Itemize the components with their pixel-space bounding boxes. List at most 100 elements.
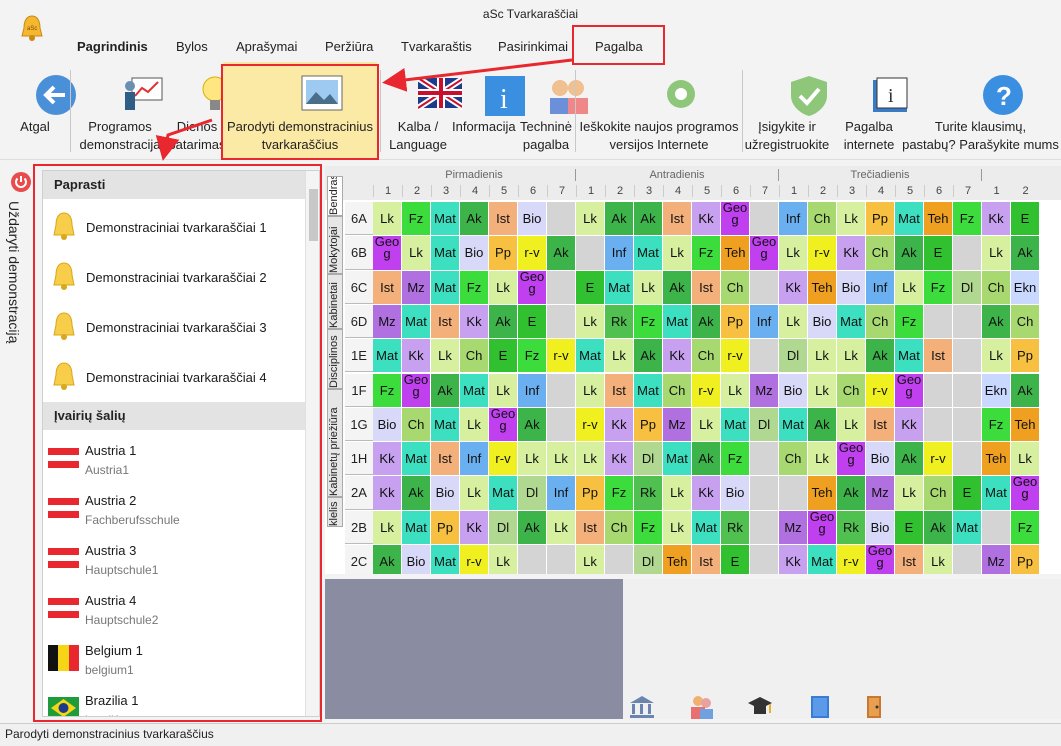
lesson-card[interactable]: Mat xyxy=(982,476,1010,510)
lesson-card[interactable]: Ak xyxy=(692,442,720,476)
lesson-card[interactable]: Ch xyxy=(605,510,633,544)
lesson-card[interactable]: Lk xyxy=(489,270,517,304)
lesson-card[interactable]: Ak xyxy=(1011,236,1039,270)
lesson-card[interactable]: Kk xyxy=(663,339,691,373)
lesson-card[interactable]: Lk xyxy=(402,236,430,270)
lesson-card[interactable]: Inf xyxy=(866,270,894,304)
lesson-card[interactable]: Ak xyxy=(518,407,546,442)
lesson-card[interactable]: Pp xyxy=(431,510,459,544)
lesson-card[interactable]: Lk xyxy=(837,202,865,236)
lesson-card[interactable]: Bio xyxy=(431,476,459,510)
lesson-card[interactable]: Bio xyxy=(866,442,894,476)
lesson-card[interactable]: r-v xyxy=(489,442,517,476)
class-label[interactable]: 1F xyxy=(345,373,373,407)
lesson-card[interactable]: Geo g xyxy=(808,510,836,544)
lesson-card[interactable] xyxy=(924,373,952,407)
lesson-card[interactable]: Bio xyxy=(808,304,836,339)
program-demo-button[interactable]: Programos demonstracija xyxy=(72,62,168,160)
lesson-card[interactable]: Mz xyxy=(866,476,894,510)
lesson-card[interactable]: Teh xyxy=(924,202,952,236)
timetable-grid[interactable]: Pirmadienis 1 2 3 4 5 6 7 Antradienis 1 2 3 4 5 6 7 Treč… xyxy=(325,166,1061,574)
lesson-card[interactable]: Ist xyxy=(431,304,459,339)
lesson-card[interactable]: Bio xyxy=(866,510,894,544)
lesson-card[interactable]: Kk xyxy=(373,442,401,476)
lesson-card[interactable]: Bio xyxy=(402,545,430,574)
lesson-card[interactable]: Ak xyxy=(634,339,662,373)
lesson-card[interactable]: Inf xyxy=(605,236,633,270)
lesson-card[interactable]: Inf xyxy=(518,373,546,407)
lesson-card[interactable] xyxy=(576,236,604,270)
lesson-card[interactable] xyxy=(547,270,575,304)
exit-door-icon[interactable] xyxy=(860,693,888,721)
tab-tvarkaraštis[interactable]: Tvarkaraštis xyxy=(401,33,472,61)
lesson-card[interactable]: Pp xyxy=(1011,545,1039,574)
lesson-card[interactable]: Lk xyxy=(808,442,836,476)
lesson-card[interactable]: Ak xyxy=(402,476,430,510)
lesson-card[interactable]: Lk xyxy=(431,339,459,373)
lesson-card[interactable]: Ak xyxy=(924,510,952,544)
lesson-card[interactable]: Mat xyxy=(431,236,459,270)
lesson-card[interactable]: Mat xyxy=(402,510,430,544)
lesson-card[interactable]: E xyxy=(924,236,952,270)
lesson-card[interactable]: Ist xyxy=(576,510,604,544)
lesson-card[interactable]: Rk xyxy=(721,510,749,544)
lesson-card[interactable]: Kk xyxy=(692,476,720,510)
lesson-card[interactable] xyxy=(953,339,981,373)
lesson-card[interactable] xyxy=(953,545,981,574)
lesson-card[interactable] xyxy=(924,304,952,339)
lesson-card[interactable]: Ak xyxy=(1011,373,1039,407)
side-tab[interactable]: klelis xyxy=(327,497,343,527)
lesson-card[interactable]: Mat xyxy=(634,373,662,407)
lesson-card[interactable]: Teh xyxy=(1011,407,1039,442)
lesson-card[interactable]: Kk xyxy=(692,202,720,236)
lesson-card[interactable]: Lk xyxy=(663,236,691,270)
lesson-card[interactable]: Ch xyxy=(982,270,1010,304)
lesson-card[interactable]: Mat xyxy=(431,202,459,236)
lesson-card[interactable]: Fz xyxy=(373,373,401,407)
lesson-card[interactable]: Mat xyxy=(837,304,865,339)
lesson-card[interactable]: Ch xyxy=(837,373,865,407)
lesson-card[interactable]: Rk xyxy=(634,476,662,510)
lesson-card[interactable]: Ekn xyxy=(1011,270,1039,304)
lesson-card[interactable]: Mat xyxy=(431,545,459,574)
lesson-card[interactable]: E xyxy=(895,510,923,544)
side-tab[interactable]: Kabinetai xyxy=(327,274,343,329)
lesson-card[interactable]: Geo g xyxy=(750,236,778,270)
lesson-card[interactable]: Lk xyxy=(373,202,401,236)
lesson-card[interactable]: Fz xyxy=(953,202,981,236)
lesson-card[interactable]: Lk xyxy=(460,476,488,510)
lesson-card[interactable]: Ist xyxy=(692,270,720,304)
lesson-card[interactable]: Ak xyxy=(518,510,546,544)
lesson-card[interactable]: Ch xyxy=(808,202,836,236)
lesson-card[interactable]: Lk xyxy=(982,236,1010,270)
lesson-card[interactable]: Inf xyxy=(547,476,575,510)
lesson-card[interactable]: r-v xyxy=(518,236,546,270)
class-label[interactable]: 1G xyxy=(345,407,373,442)
lesson-card[interactable]: Kk xyxy=(460,304,488,339)
lesson-card[interactable] xyxy=(750,270,778,304)
lesson-card[interactable]: r-v xyxy=(576,407,604,442)
lesson-card[interactable]: r-v xyxy=(866,373,894,407)
lesson-card[interactable]: Fz xyxy=(924,270,952,304)
lesson-card[interactable]: Lk xyxy=(808,373,836,407)
teachers-icon[interactable] xyxy=(688,693,716,721)
lesson-card[interactable]: Kk xyxy=(779,545,807,574)
power-icon[interactable] xyxy=(11,172,31,192)
lesson-card[interactable]: Mat xyxy=(721,407,749,442)
lesson-card[interactable]: Dl xyxy=(779,339,807,373)
lesson-card[interactable]: Kk xyxy=(460,510,488,544)
lesson-card[interactable]: Mat xyxy=(460,373,488,407)
update-button[interactable]: Ieškokite naujos programos versijos Inter… xyxy=(576,62,742,160)
lesson-card[interactable]: Bio xyxy=(518,202,546,236)
lesson-card[interactable] xyxy=(750,339,778,373)
lesson-card[interactable]: Mat xyxy=(808,545,836,574)
lesson-card[interactable]: Ch xyxy=(779,442,807,476)
lesson-card[interactable]: Ak xyxy=(431,373,459,407)
lesson-card[interactable]: Ist xyxy=(431,442,459,476)
lesson-card[interactable]: Mat xyxy=(663,442,691,476)
lesson-card[interactable]: Ist xyxy=(373,270,401,304)
lesson-card[interactable]: Ch xyxy=(866,304,894,339)
lesson-card[interactable]: E xyxy=(489,339,517,373)
lesson-card[interactable]: Ak xyxy=(489,304,517,339)
lesson-card[interactable]: E xyxy=(953,476,981,510)
